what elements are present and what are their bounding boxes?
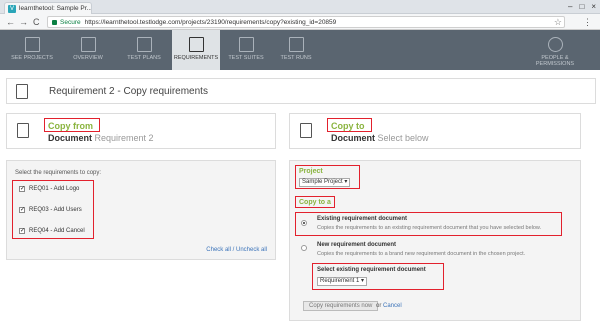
separator: / (232, 247, 235, 253)
check-all-links: Check all / Uncheck all (206, 247, 267, 253)
highlight-box (44, 118, 100, 132)
bookmark-star-icon[interactable]: ☆ (554, 17, 562, 28)
select-instruction: Select the requirements to copy: (15, 170, 102, 176)
page-header: Requirement 2 - Copy requirements (6, 78, 596, 104)
nav-test-suites[interactable]: Test Suites (222, 30, 270, 70)
doc-label: Document (331, 133, 376, 143)
nav-people-permissions[interactable]: People & Permissions (528, 30, 582, 70)
copy-from-doc: Document Requirement 2 (48, 133, 154, 143)
copy-requirements-button[interactable]: Copy requirements now (303, 301, 379, 311)
document-icon (300, 123, 312, 138)
nav-test-plans[interactable]: Test Plans (120, 30, 168, 70)
nav-label: Test Plans (127, 55, 161, 61)
uncheck-all-link[interactable]: Uncheck all (236, 247, 267, 253)
app-navigation: See Projects Overview Test Plans Require… (0, 30, 600, 70)
new-option-desc: Copies the requirements to a brand new r… (317, 251, 526, 257)
forward-icon[interactable]: → (19, 17, 28, 27)
browser-tabbar: V learnthetool: Sample Pr... × – □ × (0, 0, 600, 14)
test-run-icon (288, 37, 304, 52)
copy-from-panel: Copy from Document Requirement 2 Select … (6, 113, 276, 263)
or-cancel: or Cancel (376, 303, 402, 309)
new-radio[interactable] (301, 245, 307, 251)
nav-label: Overview (73, 55, 103, 61)
nav-overview[interactable]: Overview (64, 30, 112, 70)
nav-label: Requirements (173, 55, 219, 61)
highlight-box (327, 118, 372, 132)
nav-label: See Projects (11, 55, 53, 61)
minimize-icon[interactable]: – (568, 2, 572, 11)
folder-icon (24, 37, 40, 52)
url-input[interactable]: Secure https://learnthetool.testlodge.co… (47, 16, 565, 28)
nav-label: People & Permissions (535, 55, 575, 67)
people-icon (547, 37, 563, 52)
cancel-link[interactable]: Cancel (383, 303, 402, 309)
copy-to-doc: Document Select below (331, 133, 429, 143)
nav-see-projects[interactable]: See Projects (8, 30, 56, 70)
highlight-box (295, 196, 335, 208)
copy-from-body: Select the requirements to copy: ✓ REQ01… (6, 160, 276, 260)
browser-tab[interactable]: V learnthetool: Sample Pr... × (4, 2, 92, 14)
close-window-icon[interactable]: × (591, 2, 596, 11)
document-icon (17, 123, 29, 138)
highlight-box (12, 180, 94, 239)
address-bar: ← → C Secure https://learnthetool.testlo… (0, 14, 600, 30)
highlight-box (295, 165, 360, 189)
copy-to-body: Project Sample Project ▾ Copy to a Exist… (289, 160, 581, 321)
browser-menu-icon[interactable]: ⋮ (583, 17, 592, 28)
highlight-box (295, 212, 562, 236)
url-text: https://learnthetool.testlodge.com/proje… (84, 18, 337, 26)
site-favicon-icon: V (8, 4, 16, 13)
back-icon[interactable]: ← (6, 17, 15, 27)
test-suite-icon (238, 37, 254, 52)
copy-to-panel: Copy to Document Select below Project Sa… (289, 113, 581, 321)
or-text: or (376, 303, 382, 309)
new-option-title: New requirement document (317, 242, 397, 248)
test-plan-icon (136, 37, 152, 52)
overview-icon (80, 37, 96, 52)
maximize-icon[interactable]: □ (579, 2, 584, 11)
doc-hint: Select below (377, 133, 429, 143)
check-all-link[interactable]: Check all (206, 247, 231, 253)
window-controls: – □ × (568, 2, 596, 11)
nav-label: Test Suites (228, 55, 264, 61)
lock-icon (52, 19, 57, 25)
tab-title: learnthetool: Sample Pr... (19, 5, 92, 12)
nav-test-runs[interactable]: Test Runs (272, 30, 320, 70)
highlight-box (312, 263, 444, 290)
document-icon (16, 84, 28, 99)
reload-icon[interactable]: C (33, 17, 40, 27)
page-title: Requirement 2 - Copy requirements (49, 86, 208, 97)
doc-label: Document (48, 133, 93, 143)
nav-label: Test Runs (280, 55, 312, 61)
secure-label: Secure (60, 18, 81, 26)
nav-requirements[interactable]: Requirements (172, 30, 220, 70)
requirements-icon (188, 37, 204, 52)
doc-name: Requirement 2 (94, 133, 154, 143)
